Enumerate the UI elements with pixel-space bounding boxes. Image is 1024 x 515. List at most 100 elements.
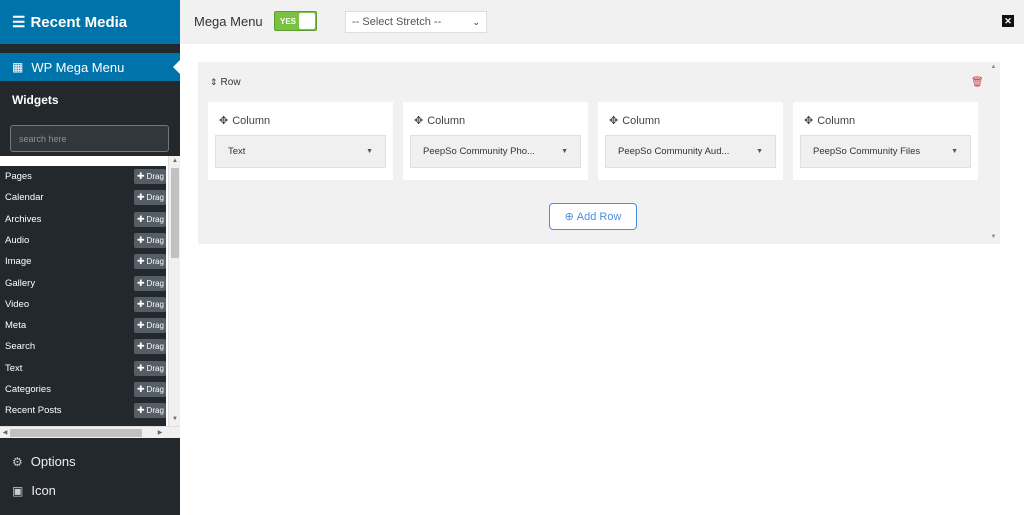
vscroll-thumb[interactable] bbox=[171, 168, 179, 258]
close-button[interactable]: ✕ bbox=[1002, 15, 1014, 27]
scroll-up-arrow-icon[interactable]: ▲ bbox=[987, 64, 1000, 70]
drag-button[interactable]: ✚ Drag bbox=[134, 190, 166, 206]
scroll-down-arrow-icon[interactable]: ▼ bbox=[169, 414, 180, 424]
sidebar-item-wp-mega-menu[interactable]: ▦ WP Mega Menu bbox=[0, 53, 180, 81]
plus-circle-icon: ⊕ bbox=[564, 211, 574, 223]
gear-icon: ⚙ bbox=[12, 454, 23, 469]
widget-name: Text bbox=[5, 362, 23, 374]
drag-label: Drag bbox=[146, 363, 164, 373]
drag-button[interactable]: ✚ Drag bbox=[134, 360, 166, 376]
toggle-knob bbox=[299, 13, 315, 29]
widget-name: Pages bbox=[5, 171, 32, 182]
column-widget-value: Text bbox=[228, 146, 246, 157]
drag-label: Drag bbox=[146, 342, 164, 352]
move-icon: ✚ bbox=[137, 341, 145, 352]
move-icon: ✚ bbox=[137, 192, 145, 203]
builder-scrollbar[interactable]: ▲ ▼ bbox=[987, 62, 1000, 244]
grid-icon: ▦ bbox=[12, 60, 24, 74]
drag-label: Drag bbox=[146, 406, 164, 416]
move-icon: ✚ bbox=[137, 405, 145, 416]
drag-label: Drag bbox=[146, 193, 164, 203]
drag-label: Drag bbox=[146, 299, 164, 309]
widget-list-item: Categories ✚ Drag bbox=[0, 379, 166, 400]
chevron-down-icon: ⌄ bbox=[472, 16, 480, 27]
widget-search-input[interactable] bbox=[10, 125, 169, 152]
sidebar-title: Recent Media bbox=[30, 13, 128, 31]
widget-list-hscrollbar[interactable]: ◀ ▶ bbox=[0, 426, 180, 438]
widget-list-item: Image ✚ Drag bbox=[0, 251, 166, 272]
move-icon: ✚ bbox=[137, 213, 145, 224]
widget-name: Calendar bbox=[5, 192, 44, 204]
builder-row: ⇕ Row 🗑 ✥ Column Text ▼ ✥ Column PeepSo … bbox=[198, 62, 987, 187]
widget-name: Recent Posts bbox=[5, 405, 62, 417]
drag-button[interactable]: ✚ Drag bbox=[134, 169, 166, 184]
column-title: Column bbox=[817, 114, 856, 127]
scroll-left-arrow-icon[interactable]: ◀ bbox=[0, 427, 10, 439]
widget-name: Video bbox=[5, 298, 30, 310]
drag-label: Drag bbox=[146, 385, 164, 394]
builder-column: ✥ Column PeepSo Community Pho... ▼ bbox=[403, 102, 588, 180]
sidebar: ☰ Recent Media ▦ WP Mega Menu Widgets Pa… bbox=[0, 0, 180, 515]
move-icon: ✚ bbox=[137, 277, 145, 288]
move-icon: ✚ bbox=[137, 320, 145, 331]
move-icon[interactable]: ✥ bbox=[219, 114, 228, 127]
column-widget-value: PeepSo Community Pho... bbox=[423, 146, 535, 157]
sort-icon[interactable]: ⇕ bbox=[210, 77, 218, 88]
column-handle[interactable]: ✥ Column bbox=[414, 114, 466, 128]
move-icon: ✚ bbox=[137, 256, 145, 267]
sidebar-item-options[interactable]: ⚙ Options bbox=[12, 454, 76, 469]
drag-button[interactable]: ✚ Drag bbox=[134, 254, 166, 270]
stretch-select[interactable]: -- Select Stretch -- ⌄ bbox=[345, 11, 487, 33]
widget-list-vscrollbar[interactable]: ▲ ▼ bbox=[168, 156, 180, 426]
trash-icon[interactable]: 🗑 bbox=[971, 77, 984, 88]
drag-button[interactable]: ✚ Drag bbox=[134, 339, 166, 355]
cube-icon: ▣ bbox=[12, 483, 24, 498]
scroll-right-arrow-icon[interactable]: ▶ bbox=[155, 427, 165, 439]
builder-column: ✥ Column PeepSo Community Aud... ▼ bbox=[598, 102, 783, 180]
move-icon[interactable]: ✥ bbox=[609, 114, 618, 127]
column-widget-select[interactable]: PeepSo Community Pho... ▼ bbox=[410, 135, 581, 168]
scroll-up-arrow-icon[interactable]: ▲ bbox=[169, 156, 180, 166]
mega-menu-label: Mega Menu bbox=[194, 14, 263, 29]
mega-menu-toggle[interactable]: YES bbox=[274, 11, 317, 31]
widget-name: Archives bbox=[5, 213, 42, 225]
drag-button[interactable]: ✚ Drag bbox=[134, 211, 166, 227]
widget-list-item: Search ✚ Drag bbox=[0, 336, 166, 357]
column-handle[interactable]: ✥ Column bbox=[804, 114, 856, 128]
hscroll-thumb[interactable] bbox=[10, 429, 142, 437]
drag-button[interactable]: ✚ Drag bbox=[134, 382, 166, 397]
sidebar-header[interactable]: ☰ Recent Media bbox=[0, 0, 180, 44]
hamburger-icon[interactable]: ☰ bbox=[12, 13, 25, 31]
drag-button[interactable]: ✚ Drag bbox=[134, 403, 166, 419]
move-icon[interactable]: ✥ bbox=[804, 114, 813, 127]
widget-list-item: Calendar ✚ Drag bbox=[0, 187, 166, 208]
top-bar: Mega Menu YES -- Select Stretch -- ⌄ ✕ bbox=[180, 0, 1024, 44]
column-handle[interactable]: ✥ Column bbox=[219, 114, 270, 128]
move-icon: ✚ bbox=[137, 171, 145, 181]
column-title: Column bbox=[622, 114, 661, 127]
column-widget-value: PeepSo Community Files bbox=[813, 146, 921, 157]
widget-list-item: Video ✚ Drag bbox=[0, 294, 166, 315]
column-widget-select[interactable]: PeepSo Community Aud... ▼ bbox=[605, 135, 776, 168]
widget-name: Gallery bbox=[5, 277, 36, 289]
column-widget-select[interactable]: PeepSo Community Files ▼ bbox=[800, 135, 971, 168]
column-handle[interactable]: ✥ Column bbox=[609, 114, 661, 128]
row-handle[interactable]: ⇕ Row bbox=[210, 77, 241, 88]
column-title: Column bbox=[427, 114, 466, 127]
add-row-button[interactable]: ⊕ Add Row bbox=[549, 203, 637, 230]
drag-button[interactable]: ✚ Drag bbox=[134, 275, 166, 291]
menu-builder: ⇕ Row 🗑 ✥ Column Text ▼ ✥ Column PeepSo … bbox=[198, 62, 1000, 244]
move-icon[interactable]: ✥ bbox=[414, 114, 423, 127]
sidebar-item-label: WP Mega Menu bbox=[31, 59, 125, 75]
builder-column: ✥ Column PeepSo Community Files ▼ bbox=[793, 102, 978, 180]
row-label: Row bbox=[220, 77, 241, 88]
drag-button[interactable]: ✚ Drag bbox=[134, 232, 166, 248]
column-widget-select[interactable]: Text ▼ bbox=[215, 135, 386, 168]
widget-list-inner: Pages ✚ Drag Calendar ✚ Drag Archives ✚ Drag Audi… bbox=[0, 166, 166, 426]
drag-button[interactable]: ✚ Drag bbox=[134, 318, 166, 334]
toggle-text: YES bbox=[280, 16, 297, 26]
caret-down-icon: ▼ bbox=[951, 148, 958, 155]
drag-button[interactable]: ✚ Drag bbox=[134, 296, 166, 312]
scroll-down-arrow-icon[interactable]: ▼ bbox=[987, 234, 1000, 240]
sidebar-item-icon[interactable]: ▣ Icon bbox=[12, 483, 56, 498]
